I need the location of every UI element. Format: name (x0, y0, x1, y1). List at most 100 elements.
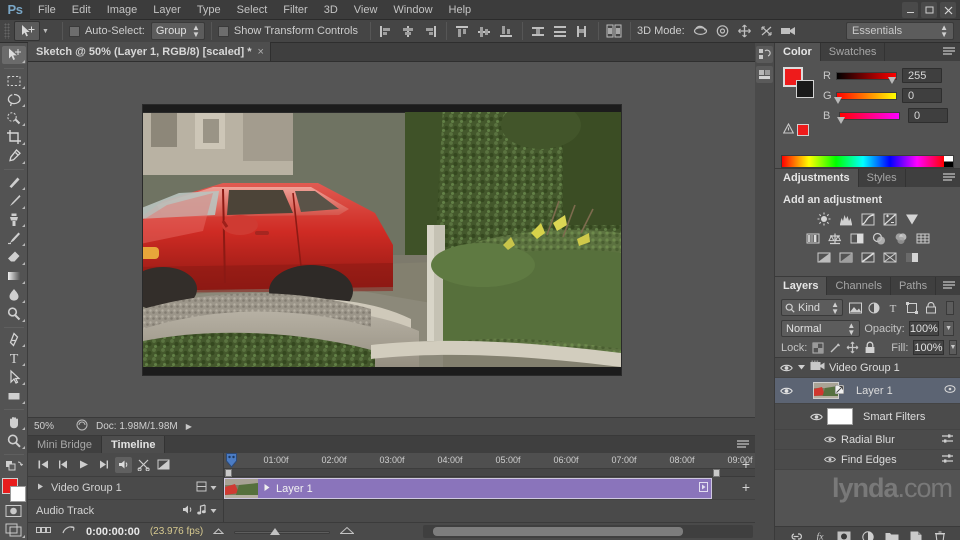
timecode-display[interactable]: 0:00:00:00 (86, 526, 140, 538)
tool-zoom[interactable] (2, 432, 26, 450)
layer-row-smart-filters[interactable]: Smart Filters (775, 404, 960, 430)
add-layer-style-icon[interactable]: fx (813, 530, 827, 540)
tool-horizontal-type[interactable]: T (2, 349, 26, 367)
delete-layer-icon[interactable] (933, 530, 947, 540)
tab-paths[interactable]: Paths (891, 277, 937, 295)
tool-path-selection[interactable] (2, 368, 26, 386)
channel-mixer-icon[interactable] (893, 231, 908, 245)
auto-align-layers-icon[interactable] (605, 22, 624, 40)
timeline-clip-layer-1[interactable]: Layer 1 (224, 478, 712, 499)
slider-thumb[interactable] (834, 96, 842, 104)
playhead-icon[interactable] (226, 453, 237, 468)
filter-toggle-switch[interactable] (946, 300, 954, 315)
visibility-eye-icon[interactable] (823, 453, 837, 467)
filmstrip-icon[interactable] (196, 481, 207, 495)
add-media-audio-button[interactable]: + (739, 454, 753, 474)
tab-styles[interactable]: Styles (859, 169, 906, 187)
auto-select-scope-select[interactable]: Group ▲ ▼ (150, 22, 205, 40)
new-group-icon[interactable] (885, 530, 899, 540)
move-tool-icon[interactable] (14, 21, 40, 41)
layer-row-radial-blur[interactable]: Radial Blur (775, 430, 960, 450)
tool-gradient[interactable] (2, 267, 26, 285)
tab-channels[interactable]: Channels (827, 277, 891, 295)
distribute-top-edges-icon[interactable] (529, 22, 548, 40)
change-screen-mode-icon[interactable] (2, 521, 26, 539)
black-white-picker[interactable] (944, 156, 953, 167)
disclosure-triangle-icon[interactable] (36, 482, 45, 494)
auto-select-checkbox[interactable] (68, 25, 80, 37)
blend-mode-select[interactable]: Normal ▲ ▼ (781, 320, 861, 337)
menu-view[interactable]: View (346, 0, 386, 20)
gradient-map-icon[interactable] (882, 250, 897, 264)
adjustments-panel-menu-icon[interactable] (938, 169, 960, 187)
opacity-value[interactable]: 100% (908, 321, 940, 336)
tool-clone-stamp[interactable] (2, 211, 26, 229)
video-clip-lane[interactable]: Layer 1 + (224, 477, 755, 500)
green-slider[interactable] (834, 91, 897, 104)
menu-type[interactable]: Type (189, 0, 229, 20)
tool-spot-healing-brush[interactable] (2, 173, 26, 191)
vibrance-icon[interactable] (904, 212, 919, 226)
align-top-edges-icon[interactable] (453, 22, 472, 40)
timeline-panel-menu-icon[interactable] (731, 436, 755, 453)
drag-3d-object-icon[interactable] (735, 22, 754, 40)
default-colors-icon[interactable] (2, 458, 26, 476)
group-disclosure-triangle-icon[interactable] (797, 362, 806, 374)
canvas-image[interactable] (142, 104, 622, 376)
tool-lasso[interactable] (2, 91, 26, 109)
history-panel-icon[interactable] (756, 46, 773, 63)
color-swatches[interactable] (1, 478, 27, 503)
link-layers-icon[interactable] (789, 530, 803, 540)
tool-hand[interactable] (2, 413, 26, 431)
new-adjustment-layer-icon[interactable] (861, 530, 875, 540)
timeline-ruler[interactable]: 01:00f 02:00f 03:00f 04:00f 05:00f 06:00… (224, 453, 755, 469)
menu-window[interactable]: Window (385, 0, 440, 20)
close-icon[interactable] (940, 2, 956, 18)
new-layer-icon[interactable] (909, 530, 923, 540)
rotate-3d-object-icon[interactable] (691, 22, 710, 40)
out-of-gamut-warning-icon[interactable] (782, 122, 795, 137)
blue-slider[interactable] (837, 111, 900, 124)
transition-icon[interactable] (155, 457, 172, 473)
convert-to-frame-animation-icon[interactable] (62, 525, 76, 538)
smart-filter-mask-thumbnail[interactable] (827, 408, 853, 425)
add-layer-mask-icon[interactable] (837, 530, 851, 540)
menu-3d[interactable]: 3D (316, 0, 346, 20)
background-color-swatch[interactable] (9, 486, 26, 503)
timeline-horizontal-scrollbar[interactable] (423, 525, 753, 538)
color-lookup-icon[interactable] (915, 231, 930, 245)
filter-shape-layers-icon[interactable] (905, 301, 919, 315)
document-tab[interactable]: Sketch @ 50% (Layer 1, RGB/8) [scaled] *… (28, 42, 271, 61)
scrollbar-thumb[interactable] (433, 527, 683, 536)
opacity-chevron-down-icon[interactable]: ▼ (943, 321, 954, 336)
maximize-icon[interactable] (921, 2, 937, 18)
brightness-contrast-icon[interactable] (816, 212, 831, 226)
layer-row-find-edges[interactable]: Find Edges (775, 450, 960, 470)
lock-position-icon[interactable] (846, 341, 859, 355)
tab-color[interactable]: Color (775, 43, 821, 61)
color-balance-icon[interactable] (827, 231, 842, 245)
layers-panel-menu-icon[interactable] (938, 277, 960, 295)
menu-edit[interactable]: Edit (64, 0, 99, 20)
threshold-icon[interactable] (860, 250, 875, 264)
zoom-level[interactable]: 50% (34, 421, 68, 432)
red-value-field[interactable]: 255 (902, 68, 942, 83)
clip-end-handle[interactable] (699, 482, 711, 495)
photo-filter-icon[interactable] (871, 231, 886, 245)
select-next-frame-icon[interactable] (95, 457, 112, 473)
slide-3d-object-icon[interactable] (757, 22, 776, 40)
tool-blur[interactable] (2, 286, 26, 304)
menu-file[interactable]: File (30, 0, 64, 20)
clip-disclosure-icon[interactable] (263, 483, 271, 495)
distribute-bottom-edges-icon[interactable] (573, 22, 592, 40)
work-area-bar[interactable] (224, 469, 755, 477)
green-value-field[interactable]: 0 (902, 88, 942, 103)
menu-layer[interactable]: Layer (145, 0, 189, 20)
invert-icon[interactable] (816, 250, 831, 264)
tool-preset-chevron-down-icon[interactable]: ▼ (42, 28, 49, 35)
chevron-down-icon[interactable] (210, 505, 217, 517)
go-to-first-frame-icon[interactable] (35, 457, 52, 473)
zoom-out-timeline-icon[interactable] (212, 526, 225, 538)
blue-value-field[interactable]: 0 (908, 108, 948, 123)
tool-crop[interactable] (2, 128, 26, 146)
